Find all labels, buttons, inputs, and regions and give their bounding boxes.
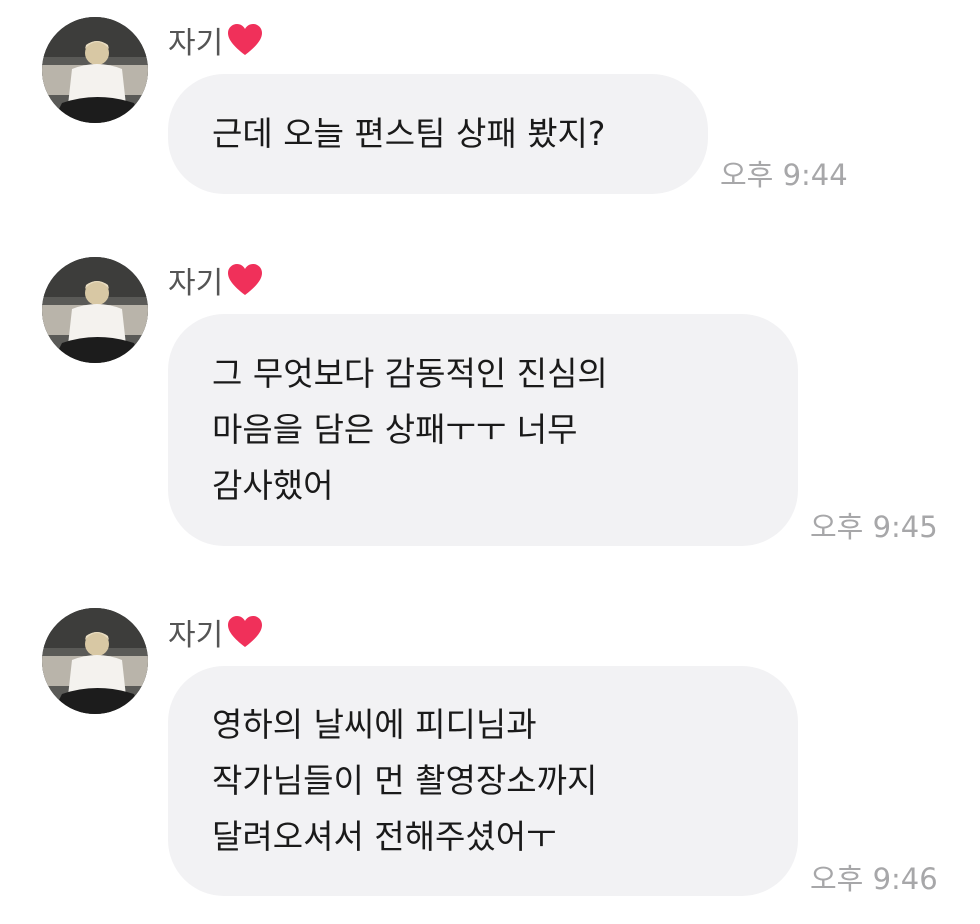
message-time: 오후 9:44	[720, 158, 848, 192]
heart-icon	[227, 23, 263, 57]
message-time: 오후 9:46	[810, 862, 938, 896]
avatar[interactable]	[42, 17, 148, 123]
sender-name: 자기	[168, 260, 263, 301]
avatar-image	[42, 257, 148, 363]
message-bubble[interactable]: 그 무엇보다 감동적인 진심의 마음을 담은 상패ㅜㅜ 너무 감사했어	[168, 314, 798, 546]
chat-thread: 자기 근데 오늘 편스팀 상패 봤지? 오후 9:44 자기 그 무엇보다 감동…	[0, 0, 980, 924]
avatar-image	[42, 608, 148, 714]
sender-label: 자기	[168, 26, 224, 61]
avatar[interactable]	[42, 608, 148, 714]
message-text-line: 그 무엇보다 감동적인 진심의	[212, 354, 608, 393]
message-text-line: 작가님들이 먼 촬영장소까지	[212, 761, 598, 800]
message-text-line: 마음을 담은 상패ㅜㅜ 너무	[212, 410, 578, 449]
message-text: 근데 오늘 편스팀 상패 봤지?	[212, 114, 606, 153]
avatar-image	[42, 17, 148, 123]
message-text-line: 영하의 날씨에 피디님과	[212, 705, 537, 744]
heart-icon	[227, 263, 263, 297]
sender-name: 자기	[168, 20, 263, 61]
sender-name: 자기	[168, 612, 263, 653]
heart-icon	[227, 615, 263, 649]
message-text-line: 감사했어	[212, 466, 334, 505]
message-text-line: 달려오셔서 전해주셨어ㅜ	[212, 817, 557, 856]
sender-label: 자기	[168, 266, 224, 301]
message-bubble[interactable]: 영하의 날씨에 피디님과 작가님들이 먼 촬영장소까지 달려오셔서 전해주셨어ㅜ	[168, 666, 798, 896]
avatar[interactable]	[42, 257, 148, 363]
message-bubble[interactable]: 근데 오늘 편스팀 상패 봤지?	[168, 74, 708, 194]
message-time: 오후 9:45	[810, 510, 938, 544]
sender-label: 자기	[168, 618, 224, 653]
